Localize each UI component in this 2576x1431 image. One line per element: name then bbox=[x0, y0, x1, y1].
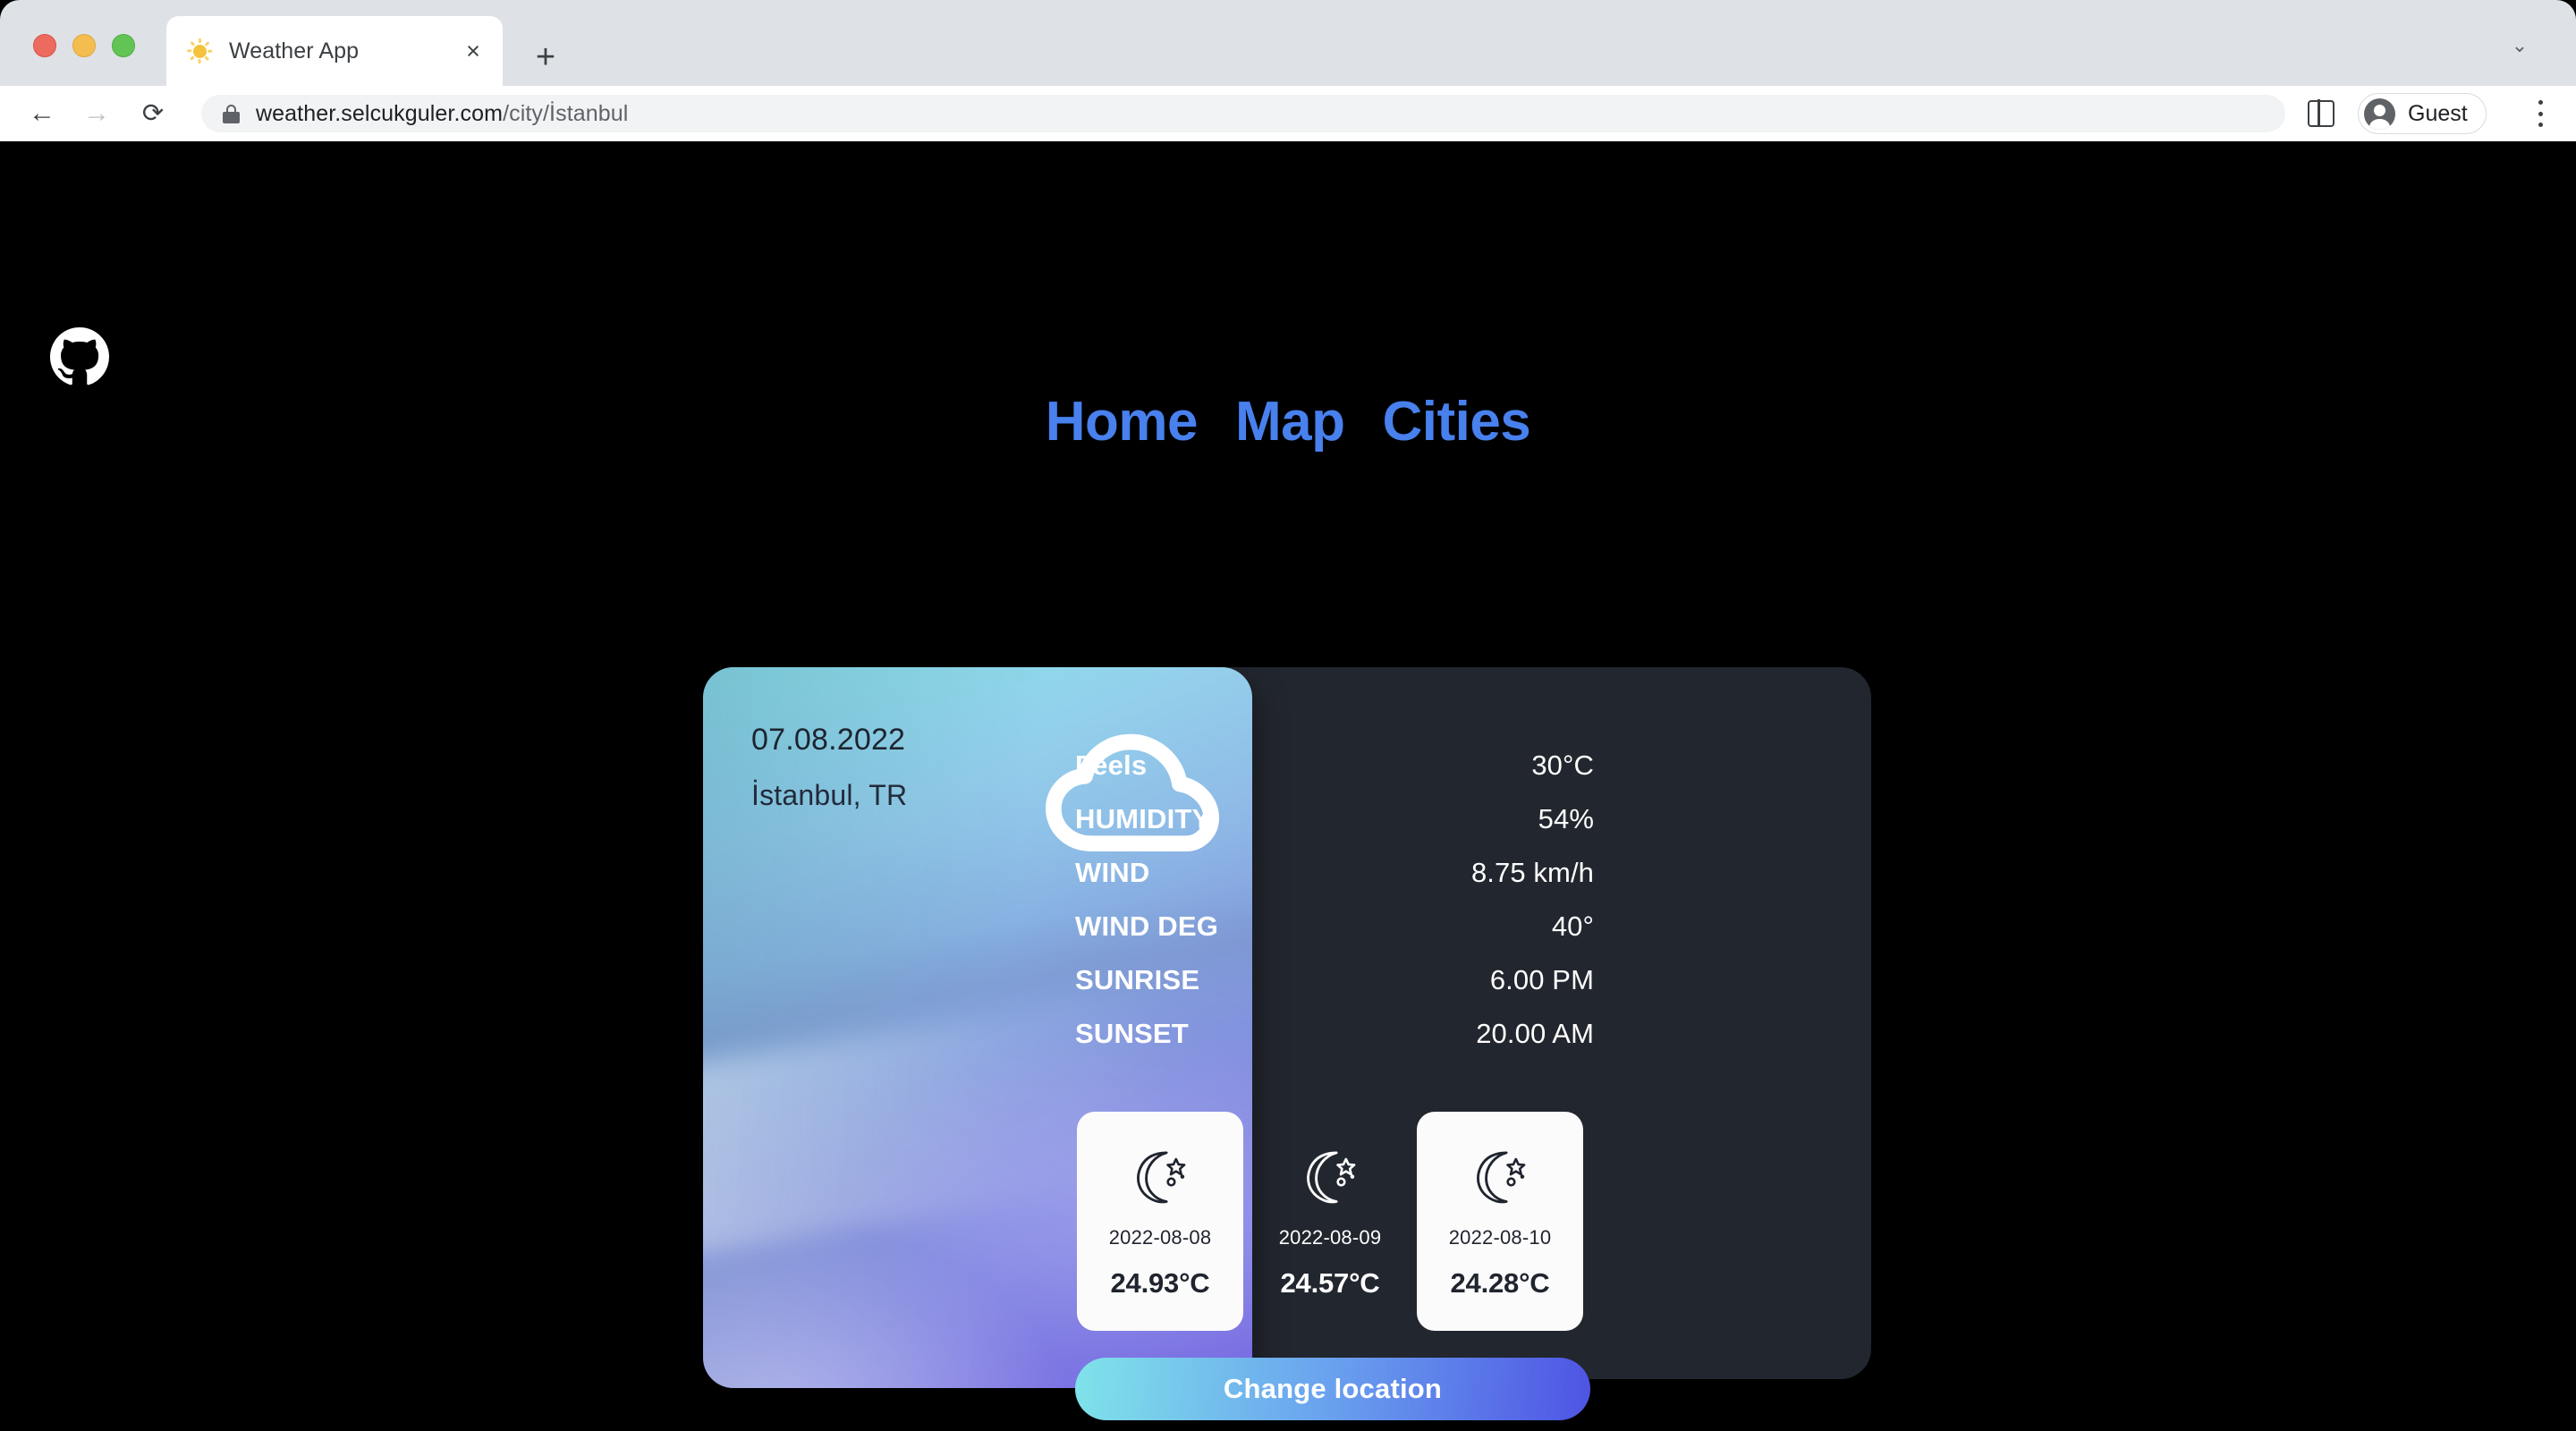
detail-label: SUNRISE bbox=[1075, 964, 1200, 995]
detail-row-feels: Feels 30°C bbox=[1075, 749, 1594, 803]
lock-icon bbox=[223, 104, 240, 123]
site-nav: Home Map Cities bbox=[0, 390, 2576, 453]
github-logo-icon[interactable] bbox=[50, 327, 109, 386]
window-minimize-button[interactable] bbox=[72, 34, 96, 57]
reload-icon[interactable]: ⟳ bbox=[132, 93, 174, 134]
detail-label: WIND DEG bbox=[1075, 910, 1219, 942]
page-content: Home Map Cities 07.08.2022 İstanbul, TR … bbox=[0, 141, 2576, 1431]
detail-label: WIND bbox=[1075, 857, 1150, 888]
weather-widget: 07.08.2022 İstanbul, TR 29°C Clouds - sc… bbox=[703, 667, 1871, 1420]
detail-value: 6.00 PM bbox=[1489, 964, 1594, 995]
nav-link-cities[interactable]: Cities bbox=[1382, 390, 1530, 453]
profile-button[interactable]: Guest bbox=[2358, 93, 2487, 134]
url-text: weather.selcukguler.com/city/İstanbul bbox=[256, 101, 628, 127]
moon-stars-icon bbox=[1296, 1142, 1364, 1210]
browser-toolbar: ← → ⟳ weather.selcukguler.com/city/İstan… bbox=[0, 86, 2576, 141]
forecast-date: 2022-08-10 bbox=[1448, 1225, 1552, 1249]
url-path: /city/İstanbul bbox=[503, 100, 629, 126]
detail-label: Feels bbox=[1075, 749, 1148, 781]
forecast-card[interactable]: 2022-08-10 24.28°C bbox=[1417, 1112, 1583, 1331]
nav-link-map[interactable]: Map bbox=[1235, 390, 1345, 453]
forecast-card[interactable]: 2022-08-09 24.57°C bbox=[1247, 1132, 1413, 1311]
three-dot-menu-icon[interactable] bbox=[2525, 97, 2555, 131]
avatar bbox=[2364, 97, 2395, 130]
forecast-date: 2022-08-09 bbox=[1278, 1225, 1382, 1249]
detail-value: 40° bbox=[1551, 910, 1594, 942]
window-maximize-button[interactable] bbox=[112, 34, 135, 57]
forecast-card[interactable]: 2022-08-08 24.93°C bbox=[1077, 1112, 1243, 1331]
sun-icon bbox=[186, 38, 213, 64]
detail-value: 8.75 km/h bbox=[1470, 857, 1594, 888]
summary-date: 07.08.2022 bbox=[751, 723, 906, 757]
window-close-button[interactable] bbox=[33, 34, 56, 57]
weather-detail-list: Feels 30°C HUMIDITY 54% WIND 8.75 km/h W… bbox=[1075, 749, 1594, 1071]
close-icon[interactable]: × bbox=[458, 36, 488, 66]
browser-titlebar: Weather App × + ⌄ bbox=[0, 0, 2576, 86]
detail-row-wind: WIND 8.75 km/h bbox=[1075, 857, 1594, 910]
moon-stars-icon bbox=[1126, 1142, 1194, 1210]
address-bar[interactable]: weather.selcukguler.com/city/İstanbul bbox=[201, 95, 2285, 132]
forward-icon[interactable]: → bbox=[76, 93, 117, 134]
profile-label: Guest bbox=[2408, 100, 2468, 126]
moon-stars-icon bbox=[1466, 1142, 1534, 1210]
detail-row-sunrise: SUNRISE 6.00 PM bbox=[1075, 964, 1594, 1018]
detail-row-sunset: SUNSET 20.00 AM bbox=[1075, 1018, 1594, 1071]
detail-label: HUMIDITY bbox=[1075, 803, 1211, 834]
forecast-row: 2022-08-08 24.93°C 2022-08-09 24.57°C 20… bbox=[1077, 1112, 1589, 1331]
detail-row-humidity: HUMIDITY 54% bbox=[1075, 803, 1594, 857]
detail-value: 30°C bbox=[1531, 749, 1594, 781]
side-panel-icon[interactable] bbox=[2308, 99, 2334, 127]
detail-value: 20.00 AM bbox=[1476, 1018, 1594, 1049]
forecast-date: 2022-08-08 bbox=[1108, 1225, 1212, 1249]
forecast-temperature: 24.93°C bbox=[1110, 1266, 1210, 1299]
back-icon[interactable]: ← bbox=[21, 93, 63, 134]
url-domain: weather.selcukguler.com bbox=[256, 100, 504, 126]
browser-window: Weather App × + ⌄ ← → ⟳ weather.selcukgu… bbox=[0, 0, 2576, 1431]
summary-location: İstanbul, TR bbox=[751, 779, 908, 811]
chevron-down-icon[interactable]: ⌄ bbox=[2506, 32, 2533, 59]
new-tab-icon[interactable]: + bbox=[524, 36, 567, 79]
tab-title: Weather App bbox=[229, 38, 360, 64]
tab-weather-app[interactable]: Weather App × bbox=[166, 16, 503, 86]
forecast-temperature: 24.28°C bbox=[1450, 1266, 1550, 1299]
detail-row-wind-deg: WIND DEG 40° bbox=[1075, 910, 1594, 964]
detail-label: SUNSET bbox=[1075, 1018, 1189, 1049]
nav-link-home[interactable]: Home bbox=[1046, 390, 1199, 453]
change-location-button[interactable]: Change location bbox=[1075, 1358, 1590, 1420]
forecast-temperature: 24.57°C bbox=[1280, 1266, 1380, 1299]
detail-value: 54% bbox=[1538, 803, 1594, 834]
